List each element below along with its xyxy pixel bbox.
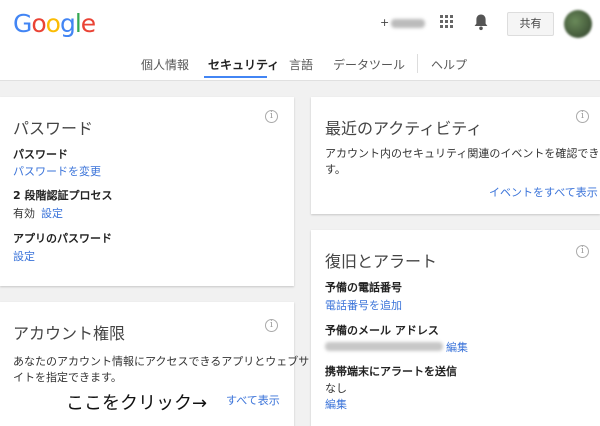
card-title: パスワード [13, 119, 94, 138]
backup-email-label: 予備のメール アドレス [325, 324, 439, 337]
mobile-alert-value: なし [325, 382, 347, 395]
card-title: アカウント権限 [13, 324, 126, 343]
show-all-events-link[interactable]: イベントをすべて表示 [489, 184, 598, 200]
activity-description: す。 [325, 163, 346, 176]
user-link-prefix: + [380, 16, 390, 29]
click-here-annotation: ここをクリック→ [66, 393, 208, 414]
backup-phone-label: 予備の電話番号 [325, 281, 402, 294]
tab-language[interactable]: 言語 [289, 56, 313, 73]
blurred-username [391, 18, 426, 28]
user-profile-link[interactable]: + [380, 16, 426, 29]
edit-mobile-alert-link[interactable]: 編集 [325, 396, 347, 412]
card-title: 最近のアクティビティ [325, 119, 483, 138]
share-button[interactable]: 共有 [507, 12, 554, 36]
app-password-settings-link[interactable]: 設定 [13, 248, 35, 264]
avatar[interactable] [564, 10, 592, 38]
logo-letter: G [13, 9, 32, 38]
two-step-settings-link[interactable]: 設定 [41, 205, 63, 221]
recovery-alerts-card: 復旧とアラート i 予備の電話番号 電話番号を追加 予備のメール アドレス 編集… [311, 230, 600, 426]
password-card: パスワード i パスワード パスワードを変更 2 段階認証プロセス 有効 設定 … [0, 97, 294, 286]
app-password-label: アプリのパスワード [13, 232, 112, 245]
nav-divider [417, 54, 418, 73]
tab-data-tools[interactable]: データツール [333, 56, 405, 73]
card-title: 復旧とアラート [325, 252, 438, 271]
info-icon[interactable]: i [265, 319, 278, 332]
google-logo[interactable]: Google [13, 9, 96, 38]
logo-letter: e [80, 9, 96, 38]
edit-email-link[interactable]: 編集 [446, 339, 468, 355]
two-step-label: 2 段階認証プロセス [13, 189, 113, 202]
logo-letter: g [59, 9, 76, 38]
password-label: パスワード [13, 148, 68, 161]
change-password-link[interactable]: パスワードを変更 [13, 163, 101, 179]
info-icon[interactable]: i [576, 245, 589, 258]
info-icon[interactable]: i [265, 110, 278, 123]
logo-letter: o [31, 9, 46, 38]
permissions-description: あなたのアカウント情報にアクセスできるアプリとウェブサ [13, 355, 310, 368]
app-header: Google + 共有 個人情報 セキュリティ 言語 データツール ヘルプ [0, 0, 600, 81]
recent-activity-card: 最近のアクティビティ i アカウント内のセキュリティ関連のイベントを確認できま … [311, 97, 600, 214]
mobile-alert-label: 携帯端末にアラートを送信 [325, 365, 457, 378]
notifications-bell-icon[interactable] [473, 13, 489, 31]
apps-grid-icon[interactable] [440, 15, 454, 29]
add-phone-link[interactable]: 電話番号を追加 [325, 297, 402, 313]
tab-security[interactable]: セキュリティ [208, 56, 279, 73]
tab-personal-info[interactable]: 個人情報 [141, 56, 189, 73]
info-icon[interactable]: i [576, 110, 589, 123]
logo-letter: o [45, 9, 61, 38]
show-all-permissions-link[interactable]: すべて表示 [226, 392, 280, 408]
active-tab-indicator [204, 76, 267, 78]
activity-description: アカウント内のセキュリティ関連のイベントを確認できま [325, 147, 600, 160]
blurred-email [325, 342, 443, 351]
top-nav: 個人情報 セキュリティ 言語 データツール ヘルプ [0, 50, 600, 80]
two-step-status: 有効 [13, 207, 35, 220]
tab-help[interactable]: ヘルプ [431, 56, 467, 73]
permissions-description: イトを指定できます。 [13, 371, 122, 384]
